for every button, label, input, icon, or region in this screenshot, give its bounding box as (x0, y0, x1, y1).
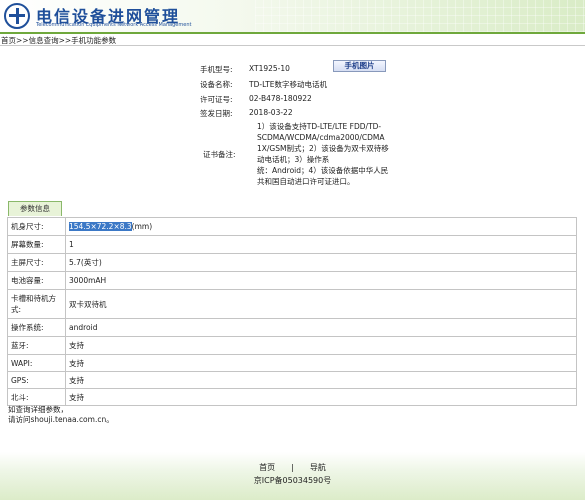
param-label-line: 卡槽和待机方 (11, 294, 56, 303)
param-value: 双卡双待机 (65, 289, 577, 319)
footer-home-link[interactable]: 首页 (259, 463, 275, 472)
cert-line: 1X/GSM制式；2）该设备为双卡双待移 (257, 144, 389, 153)
table-row: 操作系统: android (7, 318, 577, 337)
footnote-line: 如查询详细参数， (8, 405, 68, 414)
icp-number[interactable]: 京ICP备05034590号 (0, 475, 585, 486)
table-row: 主屏尺寸: 5.7(英寸) (7, 253, 577, 272)
cert-line: 共和国自动进口许可证进口。 (257, 177, 355, 186)
param-label: WAPI: (7, 354, 66, 372)
param-label: 电池容量: (7, 271, 66, 290)
param-value: android (65, 318, 577, 337)
footnote: 如查询详细参数， 请访问shouji.tenaa.com.cn。 (8, 405, 114, 425)
param-label: GPS: (7, 371, 66, 389)
logo-icon[interactable] (4, 3, 30, 29)
site-header: 电信设备进网管理 Telecommunication Equipments Ne… (0, 0, 585, 34)
cert-line: 统：Android；4）该设备依据中华人民 (257, 166, 389, 175)
breadcrumb: 首页>>信息查询>>手机功能参数 (0, 35, 585, 46)
date-value: 2018-03-22 (249, 108, 293, 117)
device-value: TD-LTE数字移动电话机 (249, 80, 328, 89)
site-footer: 首页 | 导航 京ICP备05034590号 (0, 452, 585, 500)
tab-params-info[interactable]: 参数信息 (8, 201, 62, 216)
param-value: 支持 (65, 371, 577, 389)
param-label: 屏幕数量: (7, 235, 66, 254)
footer-separator: | (291, 463, 294, 472)
table-row: 机身尺寸: 154.5×72.2×8.3(mm) (7, 217, 577, 236)
table-row: GPS: 支持 (7, 371, 577, 389)
param-label: 北斗: (7, 388, 66, 406)
param-value: 支持 (65, 336, 577, 355)
param-label: 蓝牙: (7, 336, 66, 355)
table-row: 蓝牙: 支持 (7, 336, 577, 355)
phone-photo-button[interactable]: 手机图片 (333, 60, 386, 72)
param-unit: (mm) (131, 222, 153, 231)
footnote-line: 请访问shouji.tenaa.com.cn。 (8, 415, 114, 424)
model-label: 手机型号: (200, 65, 233, 74)
param-value: 支持 (65, 354, 577, 372)
param-label: 主屏尺寸: (7, 253, 66, 272)
table-row: 卡槽和待机方 式: 双卡双待机 (7, 289, 577, 319)
param-value: 5.7(英寸) (65, 253, 577, 272)
param-label: 操作系统: (7, 318, 66, 337)
param-label: 机身尺寸: (7, 217, 66, 236)
params-table: 机身尺寸: 154.5×72.2×8.3(mm) 屏幕数量: 1 主屏尺寸: 5… (7, 217, 577, 406)
param-label-line: 式: (11, 305, 22, 314)
footer-nav-link[interactable]: 导航 (310, 463, 326, 472)
cert-remarks: 1）该设备支持TD-LTE/LTE FDD/TD- SCDMA/WCDMA/cd… (257, 121, 389, 187)
cert-line: 1）该设备支持TD-LTE/LTE FDD/TD- (257, 122, 382, 131)
header-decoration (255, 0, 585, 32)
param-value: 1 (65, 235, 577, 254)
device-label: 设备名称: (200, 80, 233, 89)
model-value: XT1925-10 (249, 64, 290, 73)
cert-label: 证书备注: (203, 150, 236, 159)
selected-text[interactable]: 154.5×72.2×8.3 (69, 222, 132, 231)
date-label: 签发日期: (200, 109, 233, 118)
table-row: 北斗: 支持 (7, 388, 577, 406)
license-value: 02-B478-180922 (249, 94, 312, 103)
license-label: 许可证号: (200, 95, 233, 104)
param-value: 支持 (65, 388, 577, 406)
param-value: 3000mAH (65, 271, 577, 290)
table-row: 屏幕数量: 1 (7, 235, 577, 254)
cert-line: 动电话机；3）操作系 (257, 155, 330, 164)
table-row: WAPI: 支持 (7, 354, 577, 372)
table-row: 电池容量: 3000mAH (7, 271, 577, 290)
footer-links: 首页 | 导航 (0, 462, 585, 473)
param-label: 卡槽和待机方 式: (7, 289, 66, 319)
site-subtitle: Telecommunication Equipments Network Acc… (36, 22, 192, 28)
param-value: 154.5×72.2×8.3(mm) (65, 217, 577, 236)
cert-line: SCDMA/WCDMA/cdma2000/CDMA (257, 133, 385, 142)
